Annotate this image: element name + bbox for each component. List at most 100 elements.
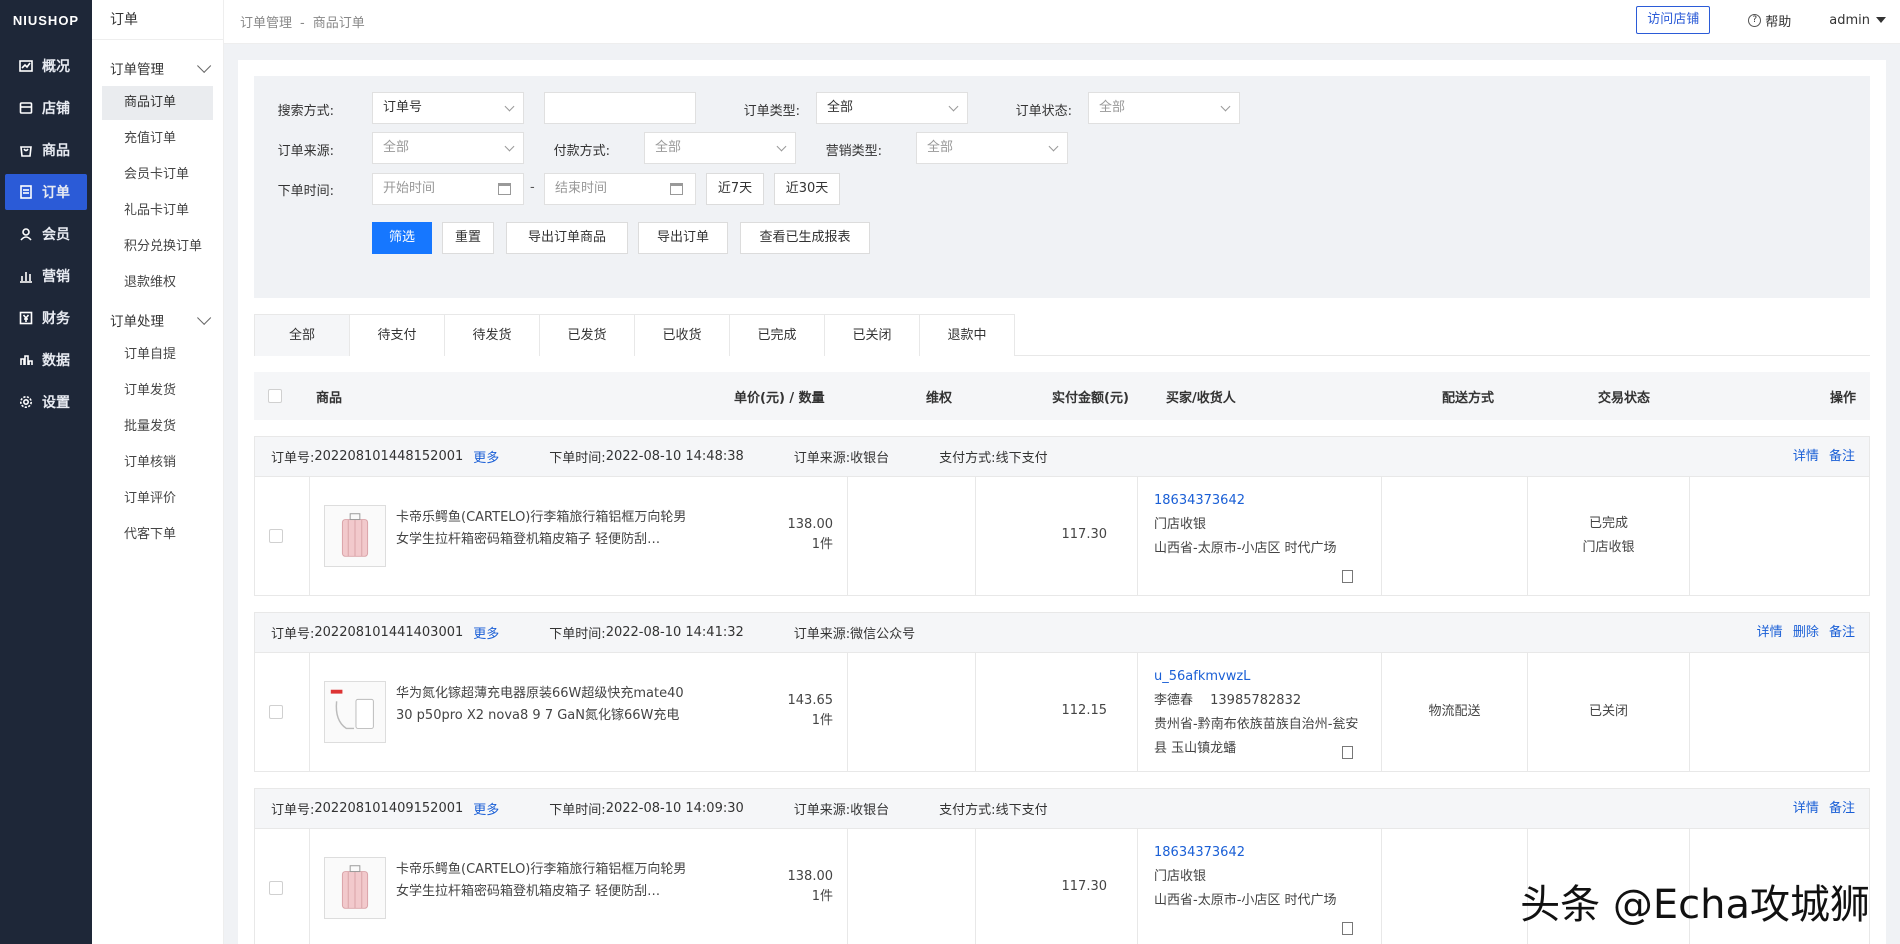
keyword-input[interactable] <box>544 92 696 124</box>
order-status-label: 订单状态: <box>1015 104 1072 119</box>
order-status-select[interactable]: 全部 <box>1088 92 1240 124</box>
goods-image[interactable] <box>324 505 386 567</box>
tab-completed[interactable]: 已完成 <box>729 314 825 356</box>
export-order-goods-button[interactable]: 导出订单商品 <box>506 222 628 254</box>
order-header: 订单号: 202208101441403001 更多 下单时间: 2022-08-1… <box>255 613 1869 653</box>
reset-button[interactable]: 重置 <box>442 222 494 254</box>
nav-item-finance[interactable]: 财务 <box>5 300 87 336</box>
tab-all[interactable]: 全部 <box>254 314 350 356</box>
delete-link[interactable]: 删除 <box>1793 625 1819 640</box>
subnav-item-membercard-orders[interactable]: 会员卡订单 <box>102 158 213 192</box>
copy-icon[interactable] <box>1342 922 1353 935</box>
order-checkbox[interactable] <box>269 529 283 543</box>
order-header: 订单号: 202208101409152001 更多 下单时间: 2022-08-1… <box>255 789 1869 829</box>
order-source-select[interactable]: 全部 <box>372 132 524 164</box>
remark-link[interactable]: 备注 <box>1829 449 1855 464</box>
goods-name[interactable]: 卡帝乐鳄鱼(CARTELO)行李箱旅行箱铝框万向轮男女学生拉杆箱密码箱登机箱皮箱… <box>396 507 696 551</box>
last-30-days-button[interactable]: 近30天 <box>774 173 840 205</box>
nav-item-goods[interactable]: 商品 <box>5 132 87 168</box>
secondary-sidebar: 订单 订单管理 商品订单 充值订单 会员卡订单 礼品卡订单 积分兑换订单 退款维… <box>92 0 224 944</box>
nav-item-members[interactable]: 会员 <box>5 216 87 252</box>
more-link[interactable]: 更多 <box>473 623 499 642</box>
search-method-select[interactable]: 订单号 <box>372 92 524 124</box>
order-card: 订单号: 202208101448152001 更多 下单时间: 2022-08-1… <box>254 436 1870 596</box>
tab-pending-payment[interactable]: 待支付 <box>349 314 445 356</box>
help-link[interactable]: ? 帮助 <box>1748 11 1791 30</box>
subnav-item-proxy-order[interactable]: 代客下单 <box>102 518 213 552</box>
select-all-checkbox[interactable] <box>268 389 282 403</box>
user-menu[interactable]: admin <box>1829 13 1886 28</box>
marketing-type-select[interactable]: 全部 <box>916 132 1068 164</box>
subnav-item-giftcard-orders[interactable]: 礼品卡订单 <box>102 194 213 228</box>
paid-amount: 117.30 <box>1061 879 1108 894</box>
tab-pending-shipment[interactable]: 待发货 <box>444 314 540 356</box>
order-type-select[interactable]: 全部 <box>816 92 968 124</box>
order-checkbox[interactable] <box>269 881 283 895</box>
caret-down-icon <box>1876 17 1886 23</box>
group-order-management[interactable]: 订单管理 <box>92 50 223 86</box>
goods-name[interactable]: 卡帝乐鳄鱼(CARTELO)行李箱旅行箱铝框万向轮男女学生拉杆箱密码箱登机箱皮箱… <box>396 859 696 903</box>
subnav-item-points-orders[interactable]: 积分兑换订单 <box>102 230 213 264</box>
buyer-link[interactable]: 18634373642 <box>1154 841 1364 865</box>
nav-item-marketing[interactable]: 营销 <box>5 258 87 294</box>
buyer-link[interactable]: 18634373642 <box>1154 489 1364 513</box>
main-sidebar: NIUSHOP 概况 店铺 商品 订单 会员 营销 财务 数据 设置 <box>0 0 92 944</box>
visit-store-button[interactable]: 访问店铺 <box>1636 6 1711 34</box>
remark-link[interactable]: 备注 <box>1829 625 1855 640</box>
pay-method-label: 付款方式: <box>553 144 610 159</box>
tab-closed[interactable]: 已关闭 <box>824 314 920 356</box>
order-time-label: 下单时间: <box>277 184 334 199</box>
goods-name[interactable]: 华为氮化镓超薄充电器原装66W超级快充mate40 30 p50pro X2 n… <box>396 683 696 727</box>
subnav-item-batch-shipping[interactable]: 批量发货 <box>102 410 213 444</box>
order-card: 订单号: 202208101441403001 更多 下单时间: 2022-08-1… <box>254 612 1870 772</box>
more-link[interactable]: 更多 <box>473 799 499 818</box>
delivery-method: 物流配送 <box>1428 704 1481 719</box>
subnav-item-verification[interactable]: 订单核销 <box>102 446 213 480</box>
unit-price: 138.00 1件 <box>787 517 834 552</box>
subnav-item-reviews[interactable]: 订单评价 <box>102 482 213 516</box>
tab-shipped[interactable]: 已发货 <box>539 314 635 356</box>
export-orders-button[interactable]: 导出订单 <box>638 222 728 254</box>
subnav-item-pickup[interactable]: 订单自提 <box>102 338 213 372</box>
order-icon <box>20 185 32 199</box>
group-order-processing[interactable]: 订单处理 <box>92 302 223 338</box>
filter-panel: 搜索方式: 订单号 订单类型: 全部 订单状态: 全部 订单来源: 全部 付款方… <box>254 76 1870 298</box>
order-checkbox[interactable] <box>269 705 283 719</box>
tab-received[interactable]: 已收货 <box>634 314 730 356</box>
tab-refunding[interactable]: 退款中 <box>919 314 1015 356</box>
chevron-down-icon <box>197 58 212 73</box>
buyer-link[interactable]: u_56afkmvwzL <box>1154 665 1364 689</box>
subnav-item-shipping[interactable]: 订单发货 <box>102 374 213 408</box>
goods-image[interactable] <box>324 681 386 743</box>
subnav-item-goods-orders[interactable]: 商品订单 <box>102 86 213 120</box>
end-time-input[interactable]: 结束时间 <box>544 173 696 205</box>
copy-icon[interactable] <box>1342 570 1353 583</box>
paid-amount: 117.30 <box>1061 527 1108 542</box>
nav-item-data[interactable]: 数据 <box>5 342 87 378</box>
detail-link[interactable]: 详情 <box>1793 801 1819 816</box>
detail-link[interactable]: 详情 <box>1757 625 1783 640</box>
copy-icon[interactable] <box>1342 746 1353 759</box>
view-reports-button[interactable]: 查看已生成报表 <box>740 222 870 254</box>
actions-cell <box>1690 653 1869 771</box>
nav-item-overview[interactable]: 概况 <box>5 48 87 84</box>
nav-item-orders[interactable]: 订单 <box>5 174 87 210</box>
goods-image[interactable] <box>324 857 386 919</box>
delivery-method <box>1382 477 1527 595</box>
unit-price: 143.65 1件 <box>787 693 834 728</box>
start-time-input[interactable]: 开始时间 <box>372 173 524 205</box>
subnav-item-refunds[interactable]: 退款维权 <box>102 266 213 300</box>
delivery-method <box>1382 829 1527 944</box>
filter-button[interactable]: 筛选 <box>372 222 432 254</box>
more-link[interactable]: 更多 <box>473 447 499 466</box>
subnav-item-recharge-orders[interactable]: 充值订单 <box>102 122 213 156</box>
detail-link[interactable]: 详情 <box>1793 449 1819 464</box>
rights-cell <box>848 653 976 771</box>
last-7-days-button[interactable]: 近7天 <box>706 173 764 205</box>
nav-item-settings[interactable]: 设置 <box>5 384 87 420</box>
remark-link[interactable]: 备注 <box>1829 801 1855 816</box>
charger-icon <box>330 689 374 730</box>
nav-item-store[interactable]: 店铺 <box>5 90 87 126</box>
pay-method-select[interactable]: 全部 <box>644 132 796 164</box>
buyer-info: 18634373642 门店收银 山西省-太原市-小店区 时代广场 <box>1154 841 1364 913</box>
